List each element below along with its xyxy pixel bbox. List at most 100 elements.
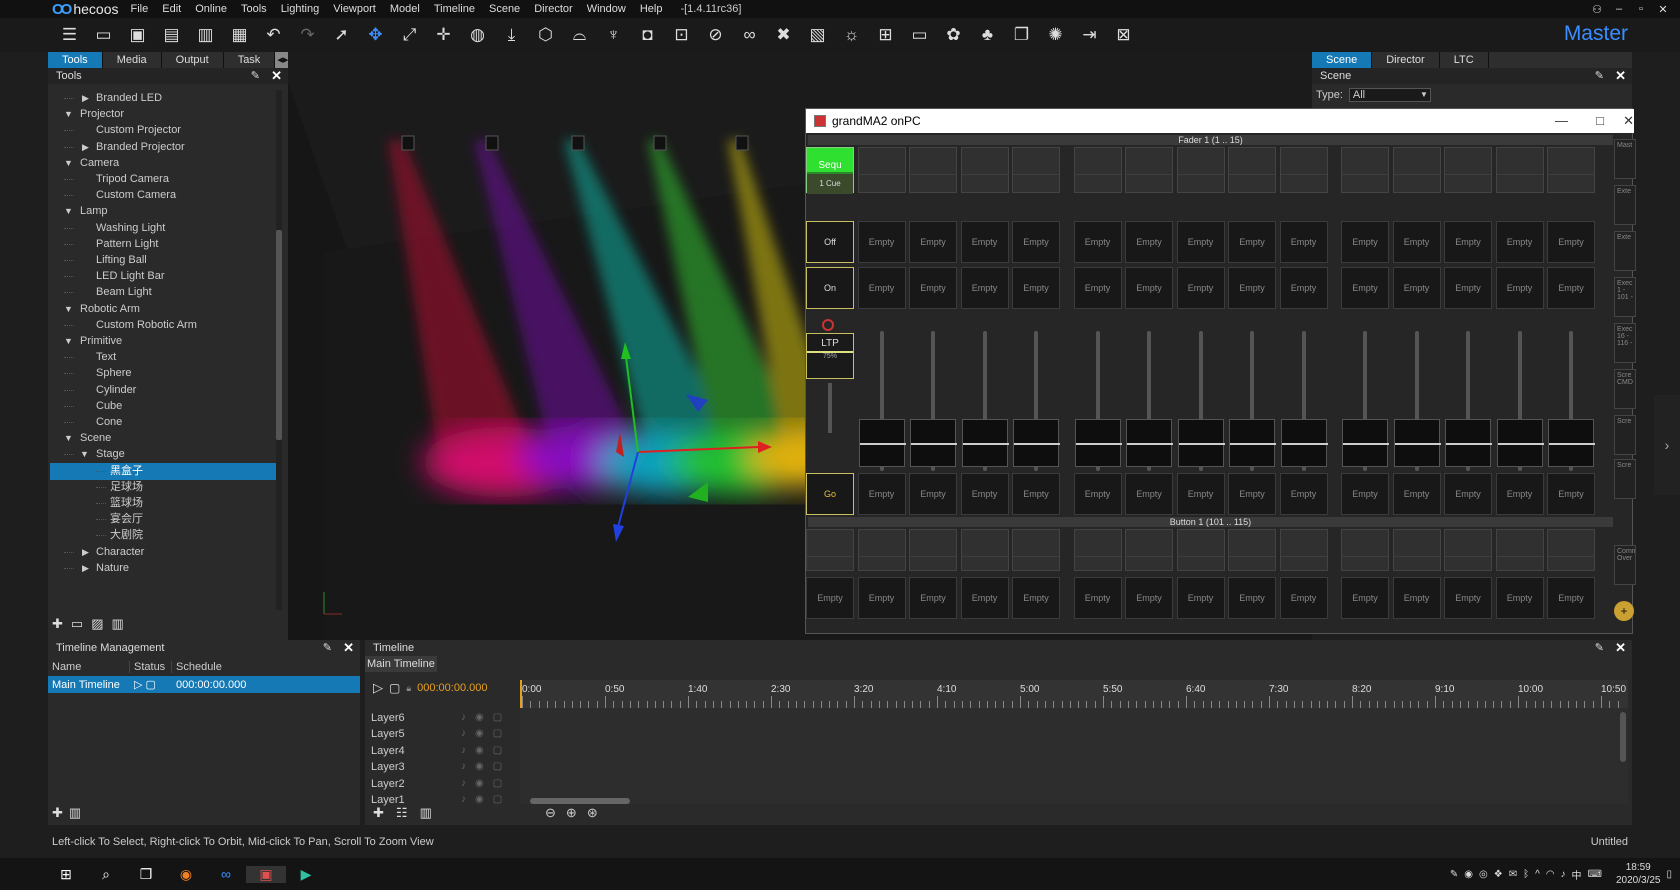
fader-knob[interactable] bbox=[1177, 419, 1225, 467]
button-executor-slot[interactable] bbox=[909, 529, 957, 571]
executor-slot[interactable] bbox=[1495, 147, 1544, 193]
save-icon[interactable]: ▣ bbox=[124, 22, 151, 49]
tree-item[interactable]: LED Light Bar bbox=[50, 268, 276, 285]
wifi-icon[interactable]: ◠ bbox=[1546, 869, 1555, 880]
fader-knob[interactable] bbox=[1280, 419, 1328, 467]
fader[interactable] bbox=[858, 329, 906, 479]
tree-item[interactable]: Lifting Ball bbox=[50, 252, 276, 269]
fader[interactable] bbox=[1444, 329, 1492, 479]
stop-icon[interactable]: ▢ bbox=[389, 681, 400, 695]
menu-director[interactable]: Director bbox=[534, 3, 573, 15]
empty-button[interactable]: Empty bbox=[909, 221, 957, 263]
open-folder-icon[interactable]: ▭ bbox=[90, 22, 117, 49]
empty-button[interactable]: Empty bbox=[1176, 473, 1225, 515]
clock[interactable]: 18:59 2020/3/25 bbox=[1616, 861, 1661, 887]
volume-icon[interactable]: ♪ bbox=[1561, 869, 1566, 880]
tray-chevron-icon[interactable]: ^ bbox=[1535, 869, 1540, 880]
empty-button[interactable]: Empty bbox=[1228, 267, 1276, 309]
empty-button[interactable]: Empty bbox=[960, 473, 1009, 515]
list-icon[interactable]: ☰ bbox=[56, 22, 83, 49]
tray-app-icon[interactable]: ◉ bbox=[1464, 869, 1473, 880]
fader[interactable] bbox=[909, 329, 957, 479]
side-button[interactable]: Comm Over bbox=[1614, 545, 1636, 585]
redo-icon[interactable]: ↷ bbox=[294, 22, 321, 49]
executor-slot[interactable] bbox=[1444, 147, 1492, 193]
maximize-button[interactable]: □ bbox=[1596, 109, 1604, 133]
light-icon[interactable]: ♆ bbox=[600, 22, 627, 49]
menu-lighting[interactable]: Lighting bbox=[281, 3, 320, 15]
empty-button[interactable]: Empty bbox=[1228, 473, 1276, 515]
film-icon[interactable]: ▦ bbox=[226, 22, 253, 49]
fader-knob[interactable] bbox=[1013, 419, 1060, 467]
layer-controls-icon[interactable]: ♪◉▢ bbox=[461, 710, 511, 726]
menu-edit[interactable]: Edit bbox=[162, 3, 181, 15]
dome-icon[interactable]: ⌓ bbox=[566, 22, 593, 49]
chevron-down-icon[interactable]: ▼ bbox=[64, 333, 73, 350]
tray-tool-icon[interactable]: ✎ bbox=[1450, 869, 1458, 880]
tree-item[interactable]: 宴会厅 bbox=[50, 511, 276, 528]
close-icon[interactable]: ✕ bbox=[343, 640, 354, 656]
empty-button[interactable]: Empty bbox=[1228, 221, 1276, 263]
empty-button[interactable]: Empty bbox=[1176, 577, 1225, 619]
tree-item[interactable]: Tripod Camera bbox=[50, 171, 276, 188]
on-button[interactable]: On bbox=[806, 267, 854, 309]
fader-knob[interactable] bbox=[1126, 419, 1173, 467]
executor-slot[interactable] bbox=[1392, 147, 1441, 193]
empty-button[interactable]: Empty bbox=[909, 577, 957, 619]
menu-window[interactable]: Window bbox=[587, 3, 626, 15]
empty-button[interactable]: Empty bbox=[1547, 267, 1595, 309]
executor-slot[interactable] bbox=[1073, 147, 1122, 193]
record-icon[interactable] bbox=[822, 319, 834, 331]
empty-button[interactable]: Empty bbox=[1392, 221, 1441, 263]
empty-button[interactable]: Empty bbox=[1073, 267, 1122, 309]
close-button[interactable]: ✕ bbox=[1656, 3, 1670, 16]
fader[interactable] bbox=[1125, 329, 1173, 479]
fader[interactable] bbox=[1177, 329, 1225, 479]
button-executor-slot[interactable] bbox=[1012, 529, 1060, 571]
camera-icon[interactable]: ◘ bbox=[634, 22, 661, 49]
side-button[interactable]: Mast bbox=[1614, 139, 1636, 179]
tree-item[interactable]: ▼ Robotic Arm bbox=[50, 301, 276, 318]
search-icon[interactable]: ⌕ bbox=[86, 866, 126, 883]
undo-icon[interactable]: ↶ bbox=[260, 22, 287, 49]
add-icon[interactable]: ✚ bbox=[52, 616, 63, 632]
lock-icon[interactable]: 🔒︎ bbox=[406, 683, 411, 694]
empty-button[interactable]: Empty bbox=[1176, 221, 1225, 263]
menu-scene[interactable]: Scene bbox=[489, 3, 520, 15]
tray-bluetooth-icon[interactable]: ᛒ bbox=[1523, 869, 1529, 880]
fader-knob[interactable] bbox=[1445, 419, 1492, 467]
empty-button[interactable]: Empty bbox=[1392, 577, 1441, 619]
chevron-right-icon[interactable]: ▶ bbox=[82, 90, 89, 107]
empty-button[interactable]: Empty bbox=[909, 473, 957, 515]
fader[interactable] bbox=[1280, 329, 1328, 479]
message-icon[interactable]: ▭ bbox=[906, 22, 933, 49]
empty-button[interactable]: Empty bbox=[1341, 267, 1389, 309]
tray-record-icon[interactable]: ◎ bbox=[1479, 869, 1488, 880]
button-executor-slot[interactable] bbox=[1176, 529, 1225, 571]
type-select[interactable]: All ▼ bbox=[1348, 88, 1431, 102]
chevron-down-icon[interactable]: ▼ bbox=[64, 203, 73, 220]
playhead[interactable] bbox=[520, 680, 522, 708]
image-icon[interactable]: ▨ bbox=[91, 616, 103, 632]
tree-item[interactable]: Beam Light bbox=[50, 284, 276, 301]
fader[interactable] bbox=[1228, 329, 1276, 479]
brightness-icon[interactable]: ✺ bbox=[1042, 22, 1069, 49]
executor-slot[interactable] bbox=[960, 147, 1009, 193]
windows-start-icon[interactable]: ⊞ bbox=[46, 866, 86, 883]
empty-button[interactable]: Empty bbox=[1073, 577, 1122, 619]
empty-button[interactable]: Empty bbox=[1176, 267, 1225, 309]
tree-item[interactable]: Cylinder bbox=[50, 382, 276, 399]
network-icon[interactable]: ♣ bbox=[974, 22, 1001, 49]
layer-controls-icon[interactable]: ♪◉▢ bbox=[461, 776, 511, 792]
executor-slot[interactable] bbox=[1279, 147, 1328, 193]
select-arrow-icon[interactable]: ➚ bbox=[328, 22, 355, 49]
tree-item[interactable]: Cone bbox=[50, 414, 276, 431]
layer-row[interactable]: Layer6 ♪◉▢ bbox=[371, 710, 511, 726]
close-icon[interactable]: ✕ bbox=[1615, 68, 1626, 84]
empty-button[interactable]: Empty bbox=[1073, 221, 1122, 263]
menu-viewport[interactable]: Viewport bbox=[333, 3, 376, 15]
tab-tools[interactable]: Tools bbox=[48, 52, 103, 68]
tree-item[interactable]: ▶ Branded Projector bbox=[50, 139, 276, 156]
layer-controls-icon[interactable]: ♪◉▢ bbox=[461, 759, 511, 775]
empty-button[interactable]: Empty bbox=[1012, 577, 1060, 619]
